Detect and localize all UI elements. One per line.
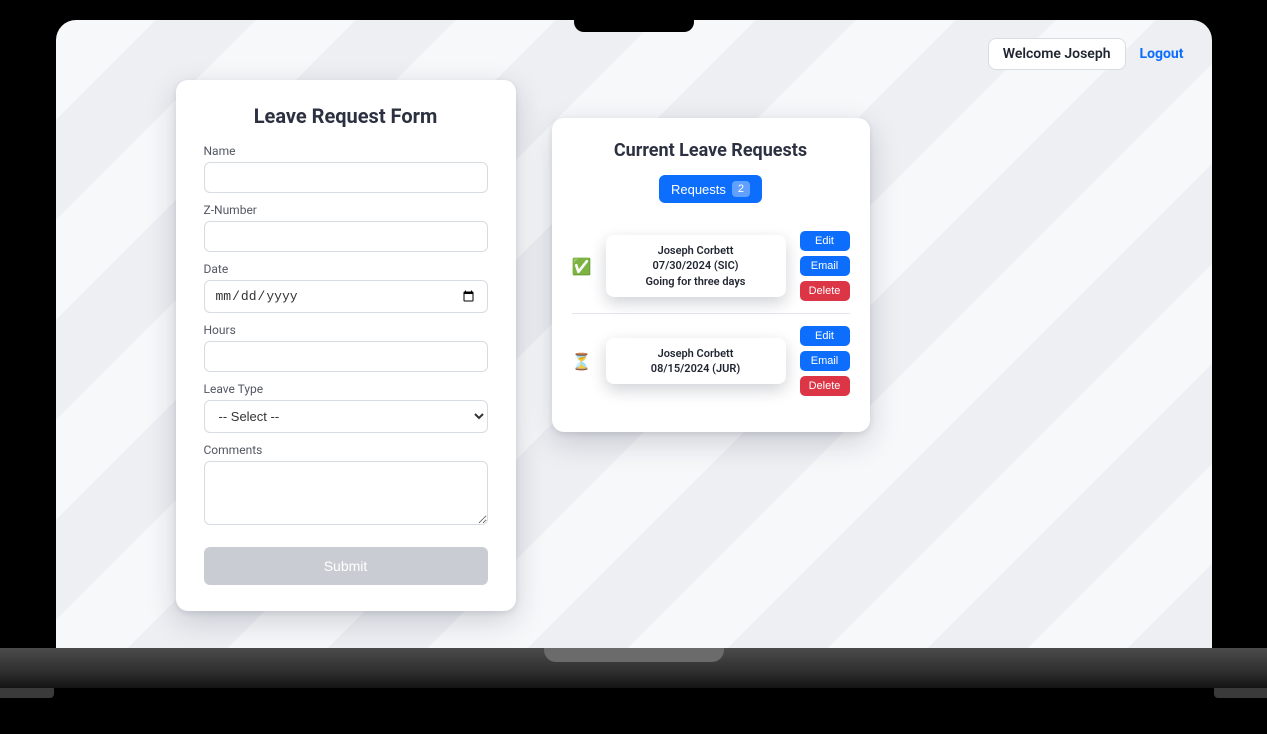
laptop-base (0, 648, 1267, 688)
label-date: Date (204, 262, 488, 276)
submit-button[interactable]: Submit (204, 547, 488, 585)
laptop-bezel: Welcome Joseph Logout Leave Request Form… (44, 10, 1224, 648)
label-name: Name (204, 144, 488, 158)
requests-count-badge: 2 (732, 181, 750, 197)
label-znumber: Z-Number (204, 203, 488, 217)
comments-textarea[interactable] (204, 461, 488, 525)
requests-title: Current Leave Requests (572, 140, 850, 161)
request-date: 08/15/2024 (JUR) (618, 361, 774, 376)
name-input[interactable] (204, 162, 488, 193)
email-button[interactable]: Email (800, 256, 850, 276)
topbar: Welcome Joseph Logout (988, 38, 1184, 70)
edit-button[interactable]: Edit (800, 231, 850, 251)
logout-link[interactable]: Logout (1140, 46, 1184, 62)
email-button[interactable]: Email (800, 351, 850, 371)
delete-button[interactable]: Delete (800, 376, 850, 396)
welcome-chip: Welcome Joseph (988, 38, 1126, 70)
hours-input[interactable] (204, 341, 488, 372)
request-name: Joseph Corbett (618, 346, 774, 361)
label-hours: Hours (204, 323, 488, 337)
requests-button[interactable]: Requests 2 (659, 175, 762, 203)
leave-type-select[interactable]: -- Select -- (204, 400, 488, 433)
requests-card: Current Leave Requests Requests 2 ✅ Jose… (552, 118, 870, 432)
content-area: Leave Request Form Name Z-Number Date Ho… (56, 20, 1212, 611)
form-title: Leave Request Form (204, 104, 488, 128)
label-comments: Comments (204, 443, 488, 457)
leave-form-card: Leave Request Form Name Z-Number Date Ho… (176, 80, 516, 611)
request-name: Joseph Corbett (618, 243, 774, 258)
request-summary: Joseph Corbett 07/30/2024 (SIC) Going fo… (606, 235, 786, 297)
request-actions: Edit Email Delete (800, 231, 850, 301)
laptop-frame: Welcome Joseph Logout Leave Request Form… (44, 10, 1224, 698)
label-leave-type: Leave Type (204, 382, 488, 396)
request-summary: Joseph Corbett 08/15/2024 (JUR) (606, 338, 786, 385)
delete-button[interactable]: Delete (800, 281, 850, 301)
status-pending-icon: ⏳ (572, 352, 592, 371)
date-input[interactable] (204, 280, 488, 313)
request-row: ✅ Joseph Corbett 07/30/2024 (SIC) Going … (572, 219, 850, 314)
status-approved-icon: ✅ (572, 257, 592, 276)
edit-button[interactable]: Edit (800, 326, 850, 346)
requests-button-label: Requests (671, 182, 726, 197)
znumber-input[interactable] (204, 221, 488, 252)
request-date: 07/30/2024 (SIC) (618, 258, 774, 273)
request-row: ⏳ Joseph Corbett 08/15/2024 (JUR) Edit E… (572, 314, 850, 408)
request-actions: Edit Email Delete (800, 326, 850, 396)
app-screen: Welcome Joseph Logout Leave Request Form… (56, 20, 1212, 648)
request-note: Going for three days (618, 274, 774, 289)
laptop-notch (574, 10, 694, 32)
laptop-feet (0, 688, 1267, 698)
